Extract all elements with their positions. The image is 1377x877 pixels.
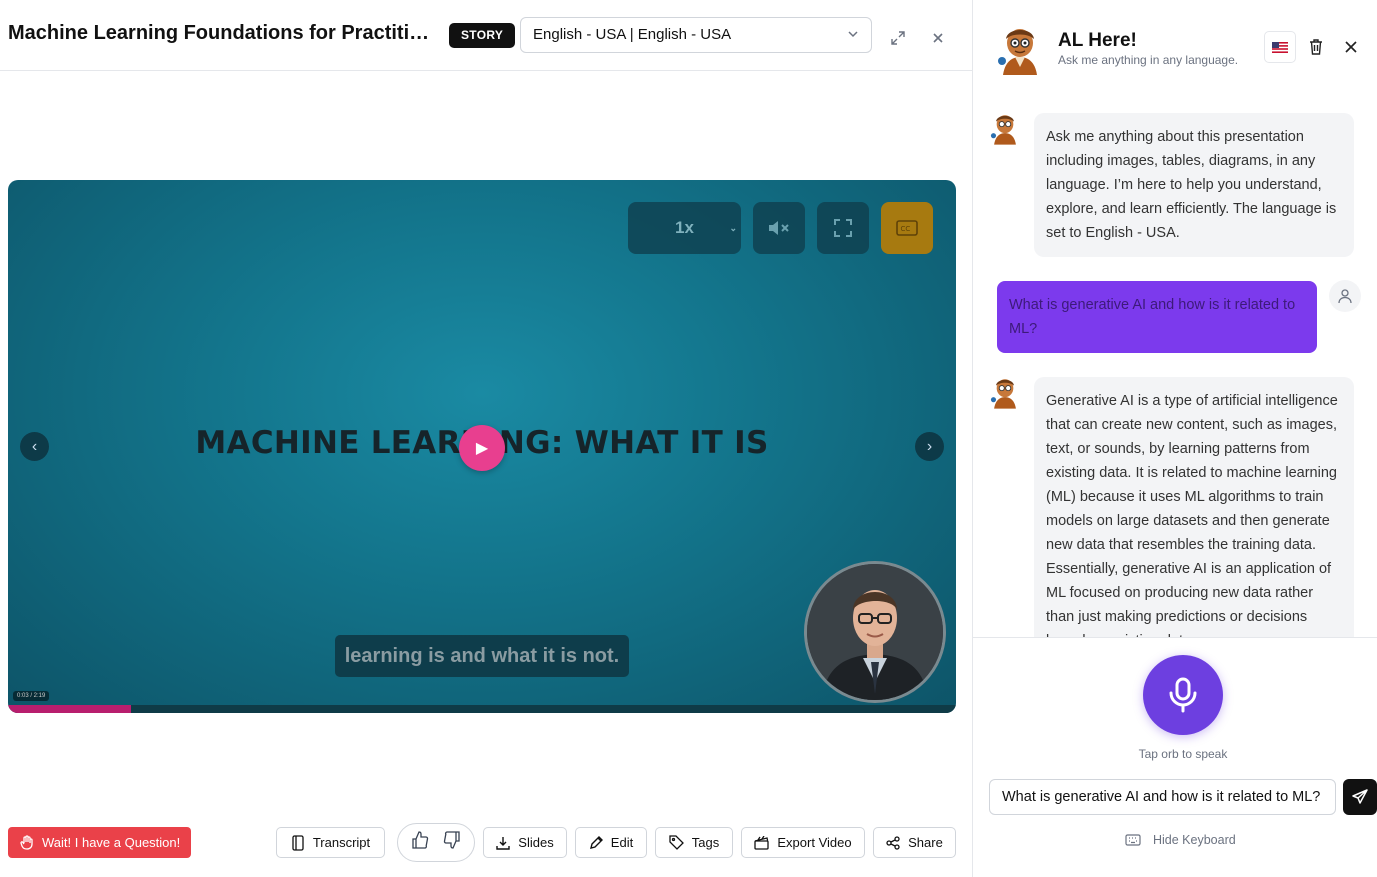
user-message: What is generative AI and how is it rela… [997,281,1317,353]
subtitle-caption: learning is and what it is not. [335,635,629,677]
edit-label: Edit [610,835,634,850]
trash-icon[interactable] [1302,33,1330,61]
export-video-button[interactable]: Export Video [741,827,865,858]
chat-history[interactable]: Ask me anything about this presentation … [973,95,1377,638]
app-root: Machine Learning Foundations for Practit… [0,0,1377,877]
assistant-avatar [990,379,1016,409]
language-select[interactable]: English - USA | English - USA [520,17,872,53]
svg-text:CC: CC [901,225,911,233]
assistant-message: Generative AI is a type of artificial in… [1034,377,1354,637]
video-player[interactable]: 1x ⌄ CC MACHINE LEARNING: WHAT IT IS ▶ ‹… [8,180,956,713]
hide-keyboard-button[interactable]: Hide Keyboard [1125,833,1236,847]
volume-muted-icon [769,221,789,235]
presenter-video [804,561,946,703]
assistant-name: AL Here! [1058,30,1137,51]
language-select-value: English - USA | English - USA [533,26,732,43]
chat-input[interactable] [989,779,1336,815]
mute-button[interactable] [753,202,805,254]
captions-button[interactable]: CC [881,202,933,254]
user-avatar [1329,280,1361,312]
play-icon: ▶ [475,440,489,457]
expand-icon[interactable] [884,24,912,52]
language-flag-button[interactable] [1264,31,1296,63]
send-icon [1352,789,1368,804]
transcript-label: Transcript [312,835,371,850]
thumbs-down-icon[interactable] [442,830,462,855]
previous-slide-button[interactable]: ‹ [20,432,49,461]
next-slide-button[interactable]: › [915,432,944,461]
hand-icon [20,835,33,850]
story-badge: STORY [449,23,516,48]
edit-button[interactable]: Edit [575,827,647,858]
presentation-panel: Machine Learning Foundations for Practit… [0,0,972,877]
assistant-avatar [990,115,1016,145]
assistant-panel: AL Here! Ask me anything in any language… [972,0,1377,877]
video-timestamp: 0:03 / 2:19 [13,691,50,701]
closed-captions-icon: CC [896,220,918,236]
video-progress-fill [8,705,132,713]
feedback-group [397,823,475,862]
tags-button[interactable]: Tags [655,827,733,858]
close-icon[interactable] [924,24,952,52]
thumbs-up-icon[interactable] [410,830,430,855]
us-flag-icon [1272,41,1288,53]
fullscreen-icon [834,219,852,237]
close-icon[interactable] [1337,33,1365,61]
pencil-icon [589,835,603,849]
top-bar: Machine Learning Foundations for Practit… [0,0,972,71]
clapperboard-icon [754,835,770,850]
ask-question-button[interactable]: Wait! I have a Question! [8,827,191,858]
ask-question-label: Wait! I have a Question! [42,835,181,850]
share-icon [886,835,900,850]
assistant-subtitle: Ask me anything in any language. [1058,53,1239,67]
chevron-down-icon: ⌄ [729,222,737,233]
notebook-icon [292,834,304,851]
play-button[interactable]: ▶ [459,425,505,471]
microphone-icon [1169,677,1197,713]
voice-orb-button[interactable] [1143,655,1223,735]
playback-speed-select[interactable]: 1x ⌄ [628,202,741,254]
chevron-left-icon: ‹ [31,437,38,455]
assistant-avatar [998,29,1037,75]
export-video-label: Export Video [777,835,852,850]
slides-label: Slides [518,835,554,850]
share-label: Share [908,835,943,850]
fullscreen-button[interactable] [817,202,869,254]
download-icon [496,836,510,850]
transcript-button[interactable]: Transcript [276,827,385,858]
tags-label: Tags [691,835,720,850]
slides-button[interactable]: Slides [483,827,567,858]
tap-to-speak-label: Tap orb to speak [1138,747,1228,761]
chevron-right-icon: › [926,437,933,455]
chevron-down-icon [847,18,859,65]
video-progress-bar[interactable] [8,705,956,713]
tag-icon [669,835,684,850]
keyboard-icon [1125,834,1141,846]
share-button[interactable]: Share [873,827,956,858]
page-title: Machine Learning Foundations for Practit… [8,22,438,44]
hide-keyboard-label: Hide Keyboard [1153,833,1236,847]
send-button[interactable] [1343,779,1377,815]
playback-speed-value: 1x [675,218,694,237]
user-icon [1338,289,1352,304]
assistant-message: Ask me anything about this presentation … [1034,113,1354,257]
